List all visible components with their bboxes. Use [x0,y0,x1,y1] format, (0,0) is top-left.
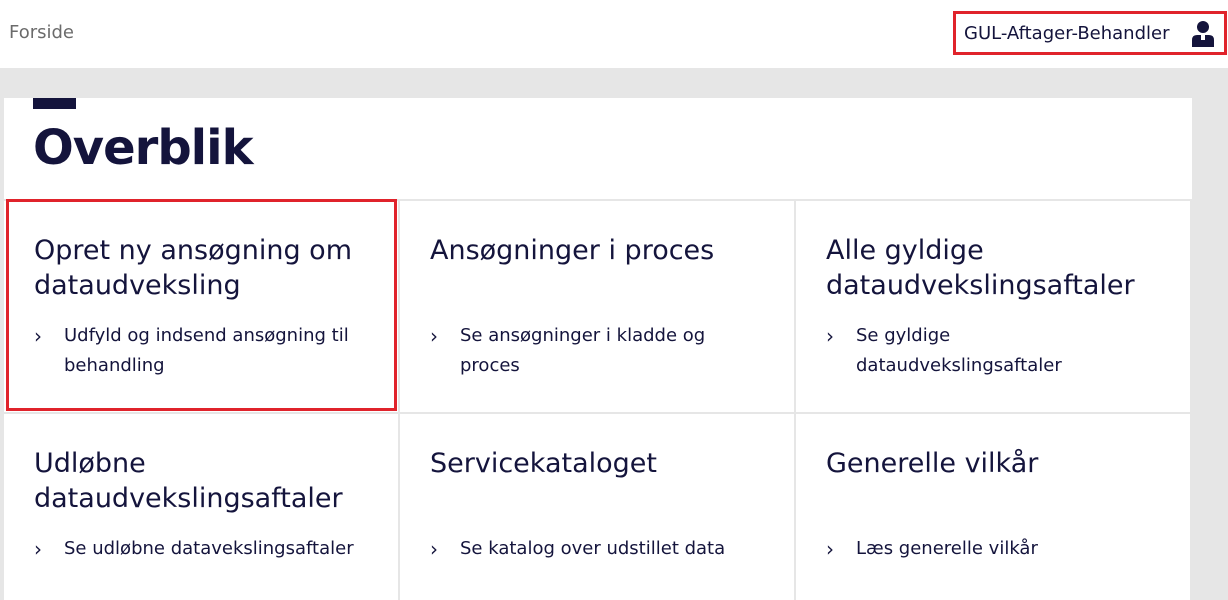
card-link-label: Se udløbne datavekslingsaftaler [64,538,354,559]
user-name: GUL-Aftager-Behandler [964,22,1170,44]
chevron-right-icon: › [826,324,834,348]
chevron-right-icon: › [34,537,42,561]
user-icon [1192,21,1214,47]
chevron-right-icon: › [826,537,834,561]
title-accent-bar [33,98,76,109]
card-title: Servicekataloget [430,448,657,479]
card-link[interactable]: › Se udløbne datavekslingsaftaler [34,534,394,564]
card-link[interactable]: › Se ansøgninger i kladde og proces [430,321,730,381]
card-new-application[interactable]: Opret ny ansøgning om dataudveksling › U… [4,201,398,412]
card-title: Opret ny ansøgning om dataudveksling [34,235,353,301]
top-bar: Forside GUL-Aftager-Behandler [0,0,1228,68]
chevron-right-icon: › [430,324,438,348]
card-applications-in-process[interactable]: Ansøgninger i proces › Se ansøgninger i … [400,201,794,412]
page-title: Overblik [33,120,254,176]
card-link-label: Se ansøgninger i kladde og proces [460,325,706,376]
card-link-label: Læs generelle vilkår [856,538,1038,559]
breadcrumb-home[interactable]: Forside [9,22,74,43]
card-link-label: Se gyldige dataudvekslingsaftaler [856,325,1062,376]
card-link-label: Udfyld og indsend ansøgning til behandli… [64,325,349,376]
card-valid-agreements[interactable]: Alle gyldige dataudvekslingsaftaler › Se… [796,201,1190,412]
card-general-terms[interactable]: Generelle vilkår › Læs generelle vilkår [796,414,1190,600]
user-menu[interactable]: GUL-Aftager-Behandler [953,11,1227,55]
card-title: Generelle vilkår [826,448,1039,479]
card-link-label: Se katalog over udstillet data [460,538,726,559]
card-link[interactable]: › Udfyld og indsend ansøgning til behand… [34,321,374,381]
card-link[interactable]: › Se gyldige dataudvekslingsaftaler [826,321,1096,381]
chevron-right-icon: › [34,324,42,348]
card-title: Ansøgninger i proces [430,235,715,266]
card-title: Alle gyldige dataudvekslingsaftaler [826,235,1135,301]
card-link[interactable]: › Se katalog over udstillet data [430,534,790,564]
card-link[interactable]: › Læs generelle vilkår [826,534,1166,564]
chevron-right-icon: › [430,537,438,561]
grid-divider [1190,199,1192,600]
card-title: Udløbne dataudvekslingsaftaler [34,448,343,514]
card-expired-agreements[interactable]: Udløbne dataudvekslingsaftaler › Se udlø… [4,414,398,600]
card-service-catalog[interactable]: Servicekataloget › Se katalog over udsti… [400,414,794,600]
